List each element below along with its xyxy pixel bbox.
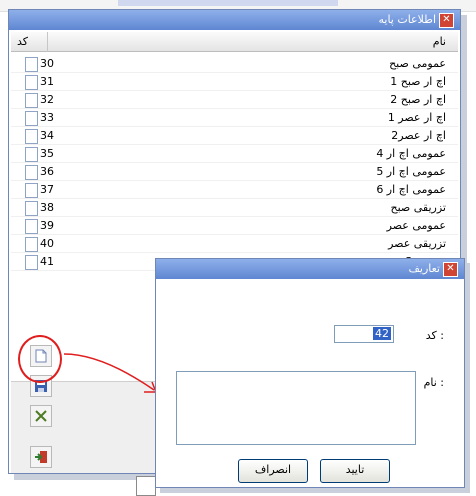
row-code: 37 xyxy=(40,183,54,196)
exit-button[interactable] xyxy=(30,446,52,468)
table-row[interactable]: 31 اچ ار صبح 1 xyxy=(11,73,458,91)
definitions-dialog: ✕ تعاریف کد : 42 نام : تایید انصراف xyxy=(155,258,465,488)
main-text-field[interactable] xyxy=(136,476,156,496)
row-code: 36 xyxy=(40,165,54,178)
table-row[interactable]: 36 عمومی اچ ار 5 xyxy=(11,163,458,181)
row-code: 35 xyxy=(40,147,54,160)
delete-button[interactable] xyxy=(30,405,52,427)
document-icon xyxy=(25,237,38,252)
row-name: تزریقی عصر xyxy=(388,237,446,250)
code-value: 42 xyxy=(373,327,391,340)
document-icon xyxy=(25,147,38,162)
arrow-icon xyxy=(63,353,158,393)
code-input[interactable]: 42 xyxy=(334,325,394,343)
table-row[interactable]: 39 عمومی عصر xyxy=(11,217,458,235)
main-title: اطلاعات پایه xyxy=(378,13,436,26)
close-icon[interactable]: ✕ xyxy=(443,262,458,277)
document-icon xyxy=(25,219,38,234)
background-fragment xyxy=(118,0,338,6)
document-icon xyxy=(25,165,38,180)
code-label: کد : xyxy=(425,329,444,342)
row-name: اچ ار عصر2 xyxy=(391,129,446,142)
row-name: عمومی اچ ار 4 xyxy=(376,147,446,160)
table-row[interactable]: 32 اچ ار صبح 2 xyxy=(11,91,458,109)
column-divider xyxy=(47,32,48,52)
name-textarea[interactable] xyxy=(176,371,416,445)
document-icon xyxy=(25,75,38,90)
row-name: عمومی صبح xyxy=(389,57,446,70)
row-name: اچ ار عصر 1 xyxy=(387,111,446,124)
row-name: اچ ار صبح 2 xyxy=(390,93,446,106)
close-icon[interactable]: ✕ xyxy=(439,13,454,28)
document-icon xyxy=(25,93,38,108)
main-title-bar: ✕ اطلاعات پایه xyxy=(9,10,460,30)
document-icon xyxy=(25,201,38,216)
row-code: 40 xyxy=(40,237,54,250)
row-code: 38 xyxy=(40,201,54,214)
table-row[interactable]: 38 تزریقی صبح xyxy=(11,199,458,217)
row-code: 33 xyxy=(40,111,54,124)
document-icon xyxy=(25,57,38,72)
row-name: اچ ار صبح 1 xyxy=(390,75,446,88)
delete-icon xyxy=(35,410,47,422)
table-row[interactable]: 30 عمومی صبح xyxy=(11,55,458,73)
dialog-title-bar: ✕ تعاریف xyxy=(156,259,464,279)
document-icon xyxy=(25,183,38,198)
ok-button[interactable]: تایید xyxy=(320,459,390,483)
row-code: 39 xyxy=(40,219,54,232)
table-row[interactable]: 35 عمومی اچ ار 4 xyxy=(11,145,458,163)
dialog-title: تعاریف xyxy=(408,262,440,275)
row-name: عمومی عصر xyxy=(386,219,446,232)
table-row[interactable]: 34 اچ ار عصر2 xyxy=(11,127,458,145)
exit-icon xyxy=(35,451,47,463)
name-label: نام : xyxy=(423,376,444,389)
row-code: 31 xyxy=(40,75,54,88)
highlight-circle xyxy=(18,335,62,383)
row-name: تزریقی صبح xyxy=(390,201,447,214)
row-code: 41 xyxy=(40,255,54,268)
cancel-button[interactable]: انصراف xyxy=(238,459,308,483)
document-icon xyxy=(25,129,38,144)
row-name: عمومی اچ ار 5 xyxy=(376,165,446,178)
table-row[interactable]: 33 اچ ار عصر 1 xyxy=(11,109,458,127)
row-code: 30 xyxy=(40,57,54,70)
column-name-header[interactable]: نام xyxy=(433,35,446,48)
row-code: 32 xyxy=(40,93,54,106)
table-row[interactable]: 37 عمومی اچ ار 6 xyxy=(11,181,458,199)
grid-header: کد نام xyxy=(11,32,458,52)
column-code-header[interactable]: کد xyxy=(17,35,28,48)
row-name: عمومی اچ ار 6 xyxy=(376,183,446,196)
table-row[interactable]: 40 تزریقی عصر xyxy=(11,235,458,253)
document-icon xyxy=(25,255,38,270)
row-code: 34 xyxy=(40,129,54,142)
document-icon xyxy=(25,111,38,126)
